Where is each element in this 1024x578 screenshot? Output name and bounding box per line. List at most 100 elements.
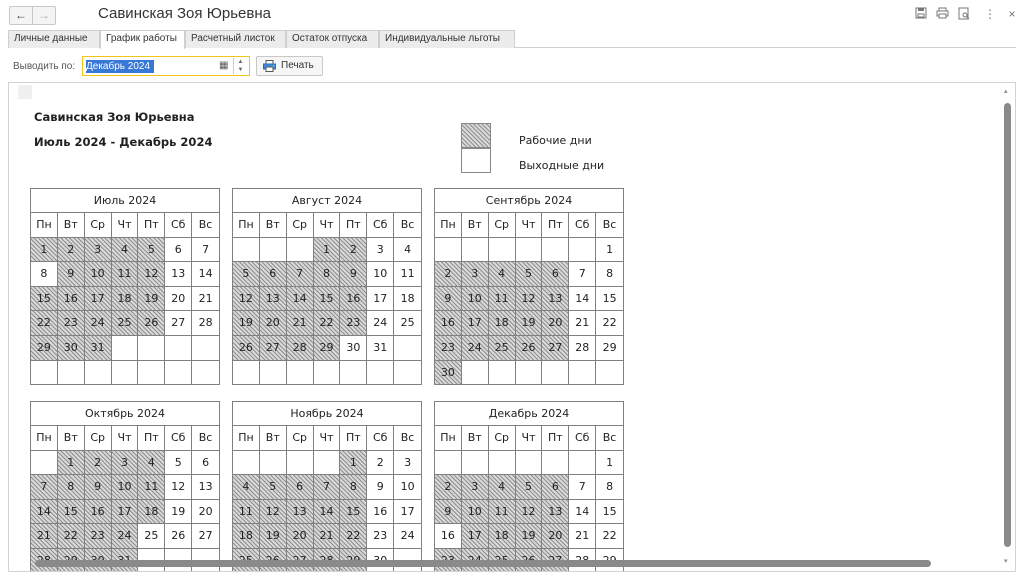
working-day-cell: 19 bbox=[233, 311, 260, 336]
empty-day-cell bbox=[138, 360, 166, 386]
working-day-cell: 9 bbox=[57, 262, 85, 287]
working-day-cell: 26 bbox=[515, 335, 543, 361]
day-off-cell: 7 bbox=[569, 262, 597, 287]
working-day-cell: 9 bbox=[84, 475, 112, 500]
working-day-cell: 12 bbox=[515, 286, 543, 312]
close-icon[interactable]: × bbox=[1005, 7, 1019, 21]
horizontal-scrollbar[interactable] bbox=[13, 557, 998, 569]
working-day-cell: 23 bbox=[84, 524, 112, 549]
day-off-cell: 24 bbox=[394, 524, 421, 549]
forward-button[interactable]: → bbox=[32, 6, 56, 25]
week-row: 5 6 7 8 9 10 11 bbox=[233, 262, 421, 287]
vertical-scroll-thumb[interactable] bbox=[1004, 103, 1011, 547]
tab-individual-benefits[interactable]: Индивидуальные льготы bbox=[379, 30, 515, 48]
working-day-cell: 1 bbox=[340, 450, 368, 476]
day-off-cell: 6 bbox=[165, 237, 193, 263]
tab-vacation-balance[interactable]: Остаток отпуска bbox=[286, 30, 379, 48]
day-off-cell: 1 bbox=[596, 238, 623, 263]
month-title: Сентябрь 2024 bbox=[435, 189, 623, 213]
week-row: 30 bbox=[435, 360, 623, 386]
day-off-cell: 27 bbox=[192, 524, 219, 549]
empty-day-cell bbox=[569, 450, 597, 476]
tab-personal-data[interactable]: Личные данные bbox=[8, 30, 100, 48]
day-off-cell: 10 bbox=[394, 475, 421, 500]
weekday-header: Чт bbox=[515, 426, 543, 451]
tab-payslip[interactable]: Расчетный листок bbox=[185, 30, 286, 48]
back-button[interactable]: ← bbox=[9, 6, 33, 25]
preview-icon[interactable] bbox=[957, 7, 971, 21]
print-icon[interactable] bbox=[935, 7, 949, 21]
empty-day-cell bbox=[111, 360, 139, 386]
day-off-cell: 24 bbox=[367, 311, 395, 336]
weekday-header: Ср bbox=[84, 213, 112, 238]
day-off-cell: 8 bbox=[596, 262, 623, 287]
weekday-header: Ср bbox=[488, 426, 516, 451]
working-day-cell: 22 bbox=[313, 311, 341, 336]
weekday-header: Вс bbox=[192, 426, 219, 451]
working-day-cell: 5 bbox=[138, 237, 166, 263]
week-row: 9 10 11 12 13 14 15 bbox=[435, 286, 623, 312]
day-off-cell: 18 bbox=[394, 287, 421, 312]
week-row: 26 27 28 29 30 31 bbox=[233, 335, 421, 361]
working-day-cell: 18 bbox=[488, 311, 516, 336]
save-icon[interactable] bbox=[914, 7, 928, 21]
working-day-cell: 17 bbox=[461, 524, 489, 549]
period-stepper[interactable]: ▲ ▼ bbox=[233, 58, 247, 74]
working-day-cell: 10 bbox=[461, 286, 489, 312]
month-title: Июль 2024 bbox=[31, 189, 219, 213]
day-off-cell: 1 bbox=[596, 451, 623, 476]
legend-dayoff-label: Выходные дни bbox=[519, 159, 605, 172]
working-day-cell: 11 bbox=[233, 499, 260, 525]
working-day-cell: 30 bbox=[57, 335, 85, 361]
weekday-header: Пн bbox=[31, 426, 58, 451]
period-input[interactable] bbox=[85, 59, 215, 73]
weekday-header: Чт bbox=[515, 213, 543, 238]
empty-day-cell bbox=[569, 360, 597, 386]
tab-work-schedule[interactable]: График работы bbox=[100, 30, 185, 49]
empty-day-cell bbox=[542, 360, 570, 386]
print-button[interactable]: Печать bbox=[256, 56, 323, 76]
day-off-cell: 8 bbox=[31, 262, 58, 287]
vertical-scrollbar[interactable]: ▴ ▾ bbox=[1001, 87, 1013, 565]
month-calendar: Декабрь 2024 Пн Вт Ср Чт Пт Сб Вс 1 2 3 4 5 6 7 8 9 10 11 1… bbox=[434, 401, 624, 571]
working-day-cell: 14 bbox=[313, 499, 341, 525]
weekday-header-row: Пн Вт Ср Чт Пт Сб Вс bbox=[31, 213, 219, 238]
working-day-cell: 9 bbox=[435, 286, 462, 312]
scroll-up-icon[interactable]: ▴ bbox=[1004, 87, 1008, 95]
report-period: Июль 2024 - Декабрь 2024 bbox=[34, 135, 213, 149]
more-icon[interactable]: ⋮ bbox=[983, 7, 997, 21]
scroll-down-icon[interactable]: ▾ bbox=[1004, 557, 1008, 565]
empty-day-cell bbox=[233, 450, 260, 476]
day-off-cell: 29 bbox=[596, 336, 623, 361]
working-day-cell: 12 bbox=[259, 499, 287, 525]
calendar-icon[interactable]: ▦ bbox=[219, 60, 228, 71]
day-off-cell: 21 bbox=[192, 287, 219, 312]
month-title: Ноябрь 2024 bbox=[233, 402, 421, 426]
working-day-cell: 10 bbox=[461, 499, 489, 525]
empty-day-cell bbox=[192, 336, 219, 361]
week-row: 123456 bbox=[31, 450, 219, 476]
weekday-header: Пт bbox=[340, 426, 368, 451]
month-calendar: Август 2024 Пн Вт Ср Чт Пт Сб Вс 1 2 3 4 5 6 7 8 9 10 11 12… bbox=[232, 188, 422, 386]
working-day-cell: 11 bbox=[488, 499, 516, 525]
working-day-cell: 12 bbox=[515, 499, 543, 525]
horizontal-scroll-thumb[interactable] bbox=[35, 560, 931, 567]
weekday-header-row: Пн Вт Ср Чт Пт Сб Вс bbox=[435, 213, 623, 238]
day-off-cell: 13 bbox=[165, 262, 193, 287]
week-row: 4 5 6 7 8 9 10 bbox=[233, 475, 421, 500]
working-day-cell: 4 bbox=[138, 450, 166, 476]
schedule-document[interactable]: Савинская Зоя Юрьевна Июль 2024 - Декабр… bbox=[8, 82, 1016, 572]
week-row: 21 22 23 24 25 26 27 bbox=[31, 524, 219, 549]
working-day-cell: 21 bbox=[313, 524, 341, 549]
week-row: 29 30 31 bbox=[31, 335, 219, 361]
weekday-header: Ср bbox=[286, 213, 314, 238]
weekday-header: Пн bbox=[31, 213, 58, 238]
working-day-cell: 11 bbox=[488, 286, 516, 312]
period-field[interactable]: ▦ ▲▼ bbox=[82, 56, 250, 76]
day-off-cell: 2 bbox=[367, 450, 395, 476]
working-day-cell: 24 bbox=[84, 311, 112, 336]
weekday-header: Пт bbox=[542, 213, 570, 238]
week-row: 7 8 9 10 11 12 13 bbox=[31, 475, 219, 500]
month-title: Декабрь 2024 bbox=[435, 402, 623, 426]
print-button-label: Печать bbox=[281, 60, 314, 71]
